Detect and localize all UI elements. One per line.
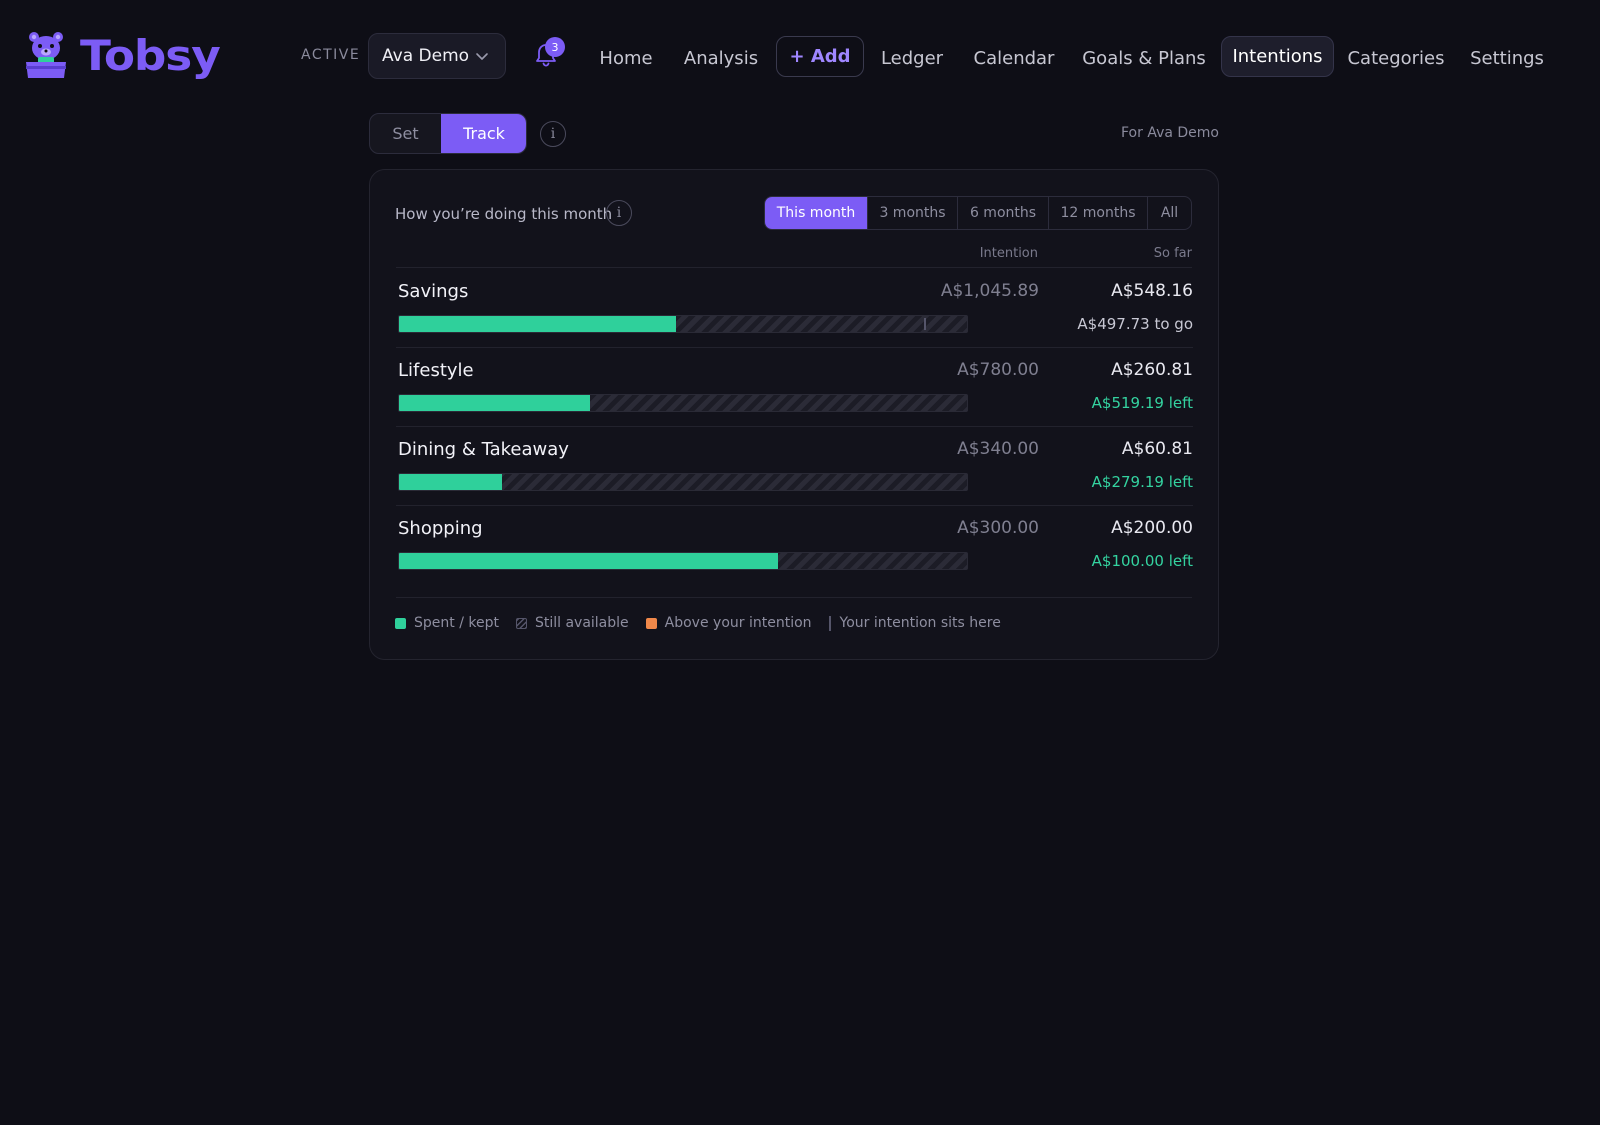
- legend: Spent / kept Still available Above your …: [395, 615, 1018, 631]
- notification-badge: 3: [545, 37, 565, 57]
- progress-fill: [399, 553, 778, 569]
- so-far-amount: A$260.81: [1111, 360, 1193, 380]
- column-header-intention: Intention: [979, 246, 1038, 261]
- category-name: Dining & Takeaway: [398, 439, 569, 460]
- profile-select-value: Ava Demo: [382, 46, 470, 66]
- legend-label: Still available: [534, 615, 629, 631]
- range-3-months[interactable]: 3 months: [867, 197, 957, 229]
- remaining-amount: A$519.19 left: [1091, 394, 1193, 412]
- intention-row[interactable]: Savings A$1,045.89 A$548.16 A$497.73 to go: [396, 269, 1193, 348]
- legend-label: Spent / kept: [414, 615, 499, 631]
- mode-track-button[interactable]: Track: [441, 114, 526, 153]
- nav-add-button[interactable]: + Add: [776, 36, 864, 77]
- top-header: Tobsy ACTIVE Ava Demo 3 Home Analysis + …: [0, 0, 1600, 112]
- active-label: ACTIVE: [301, 47, 361, 63]
- progress-fill: [399, 395, 590, 411]
- legend-item: Spent / kept: [395, 615, 499, 631]
- intention-amount: A$780.00: [957, 360, 1039, 380]
- legend-label: Above your intention: [664, 615, 812, 631]
- progress-bar: [398, 473, 968, 491]
- legend-swatch-marker: [828, 615, 831, 631]
- range-12-months[interactable]: 12 months: [1048, 197, 1147, 229]
- mode-toggle: Set Track: [369, 113, 527, 154]
- progress-bar: [398, 552, 968, 570]
- range-all[interactable]: All: [1147, 197, 1191, 229]
- intention-amount: A$1,045.89: [940, 281, 1039, 301]
- so-far-amount: A$60.81: [1121, 439, 1193, 459]
- intentions-tracking-card: How you’re doing this month i This month…: [369, 169, 1219, 660]
- nav-home[interactable]: Home: [593, 38, 659, 78]
- intention-amount: A$340.00: [957, 439, 1039, 459]
- divider: [396, 267, 1192, 268]
- nav-goals-plans[interactable]: Goals & Plans: [1081, 38, 1207, 78]
- info-icon[interactable]: i: [540, 121, 566, 147]
- intention-marker: [924, 318, 927, 330]
- category-name: Savings: [398, 281, 469, 302]
- range-6-months[interactable]: 6 months: [957, 197, 1048, 229]
- so-far-amount: A$548.16: [1111, 281, 1193, 301]
- brand-name: Tobsy: [80, 30, 221, 80]
- time-range-selector: This month 3 months 6 months 12 months A…: [764, 196, 1192, 230]
- remaining-amount: A$100.00 left: [1091, 552, 1193, 570]
- progress-bar: [398, 315, 968, 333]
- nav-intentions[interactable]: Intentions: [1221, 36, 1334, 77]
- legend-swatch-available: [515, 617, 527, 629]
- column-header-so-far: So far: [1153, 246, 1192, 261]
- info-icon[interactable]: i: [606, 200, 632, 226]
- remaining-amount: A$279.19 left: [1091, 473, 1193, 491]
- legend-item: Your intention sits here: [828, 615, 1001, 631]
- profile-select[interactable]: Ava Demo: [368, 33, 506, 79]
- progress-fill: [399, 316, 676, 332]
- remaining-amount: A$497.73 to go: [1077, 315, 1193, 333]
- legend-item: Still available: [515, 615, 629, 631]
- chevron-down-icon: [476, 53, 488, 60]
- progress-fill: [399, 474, 502, 490]
- category-name: Lifestyle: [398, 360, 474, 381]
- category-name: Shopping: [398, 518, 483, 539]
- legend-label: Your intention sits here: [839, 615, 1001, 631]
- intention-amount: A$300.00: [957, 518, 1039, 538]
- legend-item: Above your intention: [645, 615, 812, 631]
- card-title: How you’re doing this month: [395, 205, 613, 223]
- intention-row[interactable]: Shopping A$300.00 A$200.00 A$100.00 left: [396, 506, 1193, 584]
- nav-settings[interactable]: Settings: [1469, 38, 1545, 78]
- legend-swatch-spent: [395, 617, 406, 629]
- range-this-month[interactable]: This month: [765, 197, 867, 229]
- bear-logo-icon: [26, 32, 66, 78]
- nav-categories[interactable]: Categories: [1347, 38, 1444, 78]
- intention-row[interactable]: Dining & Takeaway A$340.00 A$60.81 A$279.19…: [396, 427, 1193, 506]
- nav-calendar[interactable]: Calendar: [971, 38, 1057, 78]
- mode-set-button[interactable]: Set: [370, 114, 441, 153]
- legend-swatch-above: [645, 617, 657, 629]
- intention-row[interactable]: Lifestyle A$780.00 A$260.81 A$519.19 left: [396, 348, 1193, 427]
- nav-ledger[interactable]: Ledger: [878, 38, 946, 78]
- divider: [396, 597, 1192, 598]
- so-far-amount: A$200.00: [1111, 518, 1193, 538]
- for-profile-label: For Ava Demo: [1121, 125, 1219, 141]
- brand-logo[interactable]: Tobsy: [24, 30, 221, 80]
- nav-analysis[interactable]: Analysis: [681, 38, 761, 78]
- progress-bar: [398, 394, 968, 412]
